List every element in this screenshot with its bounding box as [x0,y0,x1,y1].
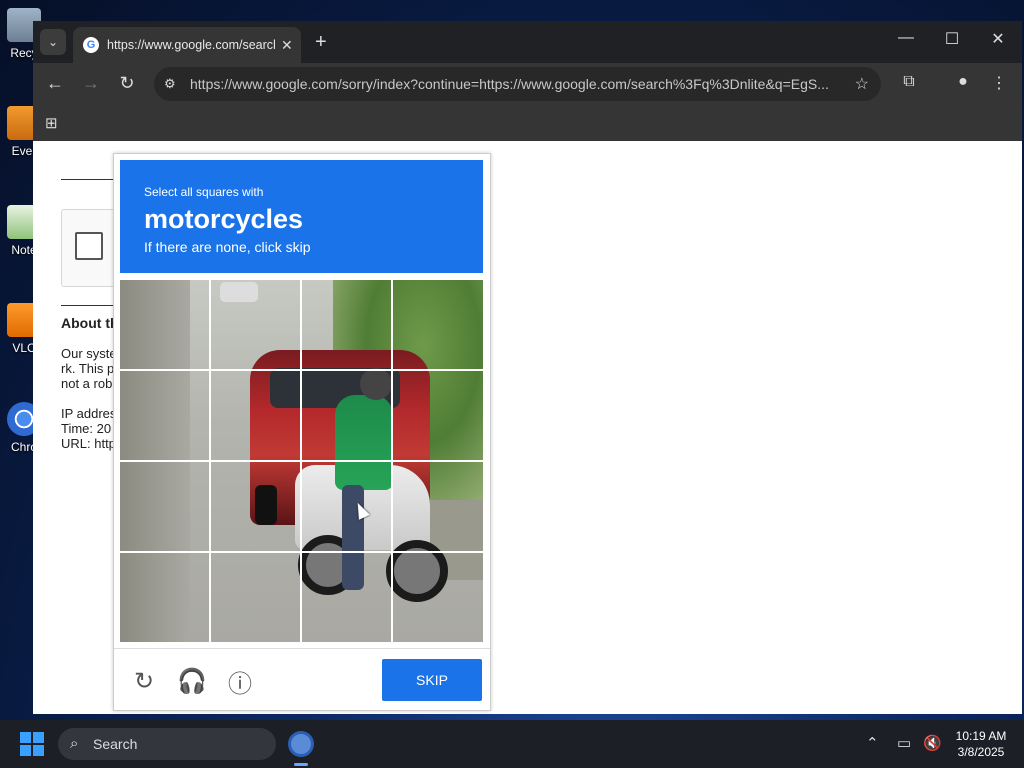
maximize-button[interactable]: ☐ [937,29,967,49]
tab-search-button[interactable]: ⌄ [40,29,66,55]
volume-muted-icon[interactable]: 🔇 [923,734,942,752]
tab-bar: ⌄ G https://www.google.com/search ✕ + — … [33,21,1022,63]
info-icon[interactable]: ⓘ [225,666,255,698]
taskbar: ⌕ Search ⌃ ▭ 🔇 10:19 AM 3/8/2025 [0,720,1024,768]
search-icon: ⌕ [70,735,79,752]
about-text-line: not a rob [61,376,113,391]
apps-grid-icon[interactable]: ⊞ [45,114,58,132]
windows-logo-pane [33,732,44,743]
time-line: Time: 20 [61,421,112,436]
active-app-indicator [294,763,308,766]
grid-tile-r1c1[interactable] [120,280,210,370]
grid-tile-r4c3[interactable] [302,553,392,642]
grid-tile-r3c1[interactable] [120,462,210,552]
show-hidden-icons-chevron-icon[interactable]: ⌃ [866,734,879,752]
tab-close-icon[interactable]: ✕ [281,37,293,54]
windows-logo-pane [20,745,31,756]
taskbar-search-label: Search [93,736,138,752]
menu-kebab-icon[interactable]: ⋮ [987,73,1011,93]
address-bar[interactable]: ⚙ https://www.google.com/sorry/index?con… [154,67,881,101]
grid-tile-r2c2[interactable] [211,371,301,461]
about-text-line: Our syste [61,346,117,361]
chevron-down-icon: ⌄ [47,35,59,49]
tab-active[interactable]: G https://www.google.com/search ✕ [73,27,301,63]
address-url[interactable]: https://www.google.com/sorry/index?conti… [190,76,840,92]
bookmarks-bar: ⊞ [33,105,1022,141]
clock-date: 3/8/2025 [957,745,1005,759]
challenge-instruction: Select all squares with [144,185,264,199]
system-clock[interactable]: 10:19 AM 3/8/2025 [948,728,1014,760]
grid-tile-r4c2[interactable] [211,553,301,642]
recaptcha-checkbox[interactable] [75,232,103,260]
grid-tile-r1c4[interactable] [393,280,483,370]
divider [61,179,113,180]
grid-tile-r3c2[interactable] [211,462,301,552]
grid-tile-r3c4[interactable] [393,462,483,552]
reload-button[interactable]: ↻ [115,73,139,94]
page-content: About th Our syste rk. This p not a rob … [33,141,1022,714]
forward-button[interactable]: → [79,73,103,94]
grid-tile-r2c4[interactable] [393,371,483,461]
challenge-footer-divider [114,648,490,649]
url-line: URL: http [61,436,116,451]
recaptcha-challenge: Select all squares with motorcycles If t… [113,153,491,711]
grid-tile-r1c2[interactable] [211,280,301,370]
network-icon[interactable]: ▭ [897,734,911,752]
close-window-button[interactable]: ✕ [983,29,1013,49]
clock-time: 10:19 AM [955,729,1007,743]
about-heading: About th [61,315,119,331]
grid-tile-r1c3[interactable] [302,280,392,370]
back-button[interactable]: ← [43,73,67,94]
taskbar-search-box[interactable]: ⌕ Search [58,728,276,760]
reload-challenge-icon[interactable]: ↻ [129,666,159,696]
site-info-icon[interactable]: ⚙ [164,76,176,92]
tab-title: https://www.google.com/search [107,38,275,52]
start-button[interactable] [20,732,44,756]
bookmark-star-icon[interactable]: ☆ [855,74,869,94]
skip-button[interactable]: SKIP [382,659,482,701]
divider [61,305,113,306]
grid-tile-r3c3[interactable] [302,462,392,552]
challenge-hint: If there are none, click skip [144,239,311,255]
google-favicon-icon: G [83,37,99,53]
extensions-icon[interactable]: ⧉ [897,73,921,91]
grid-tile-r2c3[interactable] [302,371,392,461]
windows-logo-pane [33,745,44,756]
challenge-header: Select all squares with motorcycles If t… [120,160,483,273]
grid-tile-r4c1[interactable] [120,553,210,642]
about-text-line: rk. This p [61,361,115,376]
windows-logo-icon [20,732,31,743]
taskbar-chrome-icon[interactable] [288,731,314,757]
ip-address-line: IP addres [61,406,117,421]
audio-challenge-headphones-icon[interactable]: 🎧 [177,666,207,696]
challenge-target-object: motorcycles [144,204,304,234]
challenge-image-grid [120,280,483,642]
minimize-button[interactable]: — [891,29,921,47]
profile-icon[interactable]: ● [951,73,975,91]
grid-tile-r4c4[interactable] [393,553,483,642]
grid-tile-r2c1[interactable] [120,371,210,461]
new-tab-button[interactable]: + [315,31,327,54]
browser-window: ⌄ G https://www.google.com/search ✕ + — … [33,21,1022,714]
browser-toolbar: ← → ↻ ⚙ https://www.google.com/sorry/ind… [33,63,1022,105]
